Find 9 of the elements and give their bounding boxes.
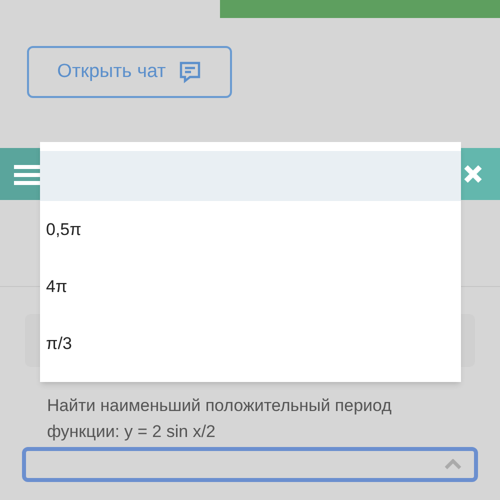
menu-icon[interactable] [14,164,40,186]
dropdown-option[interactable]: π/3 [40,315,461,372]
question-text: Найти наименьший положительный период функции: y = 2 sin x/2 [47,396,392,441]
caret-icon [444,459,462,470]
dropdown-option[interactable]: 4π [40,258,461,315]
chat-icon [178,60,202,84]
dropdown-option[interactable]: 0,5π [40,201,461,258]
close-icon [462,164,482,184]
answer-select[interactable] [22,447,478,482]
